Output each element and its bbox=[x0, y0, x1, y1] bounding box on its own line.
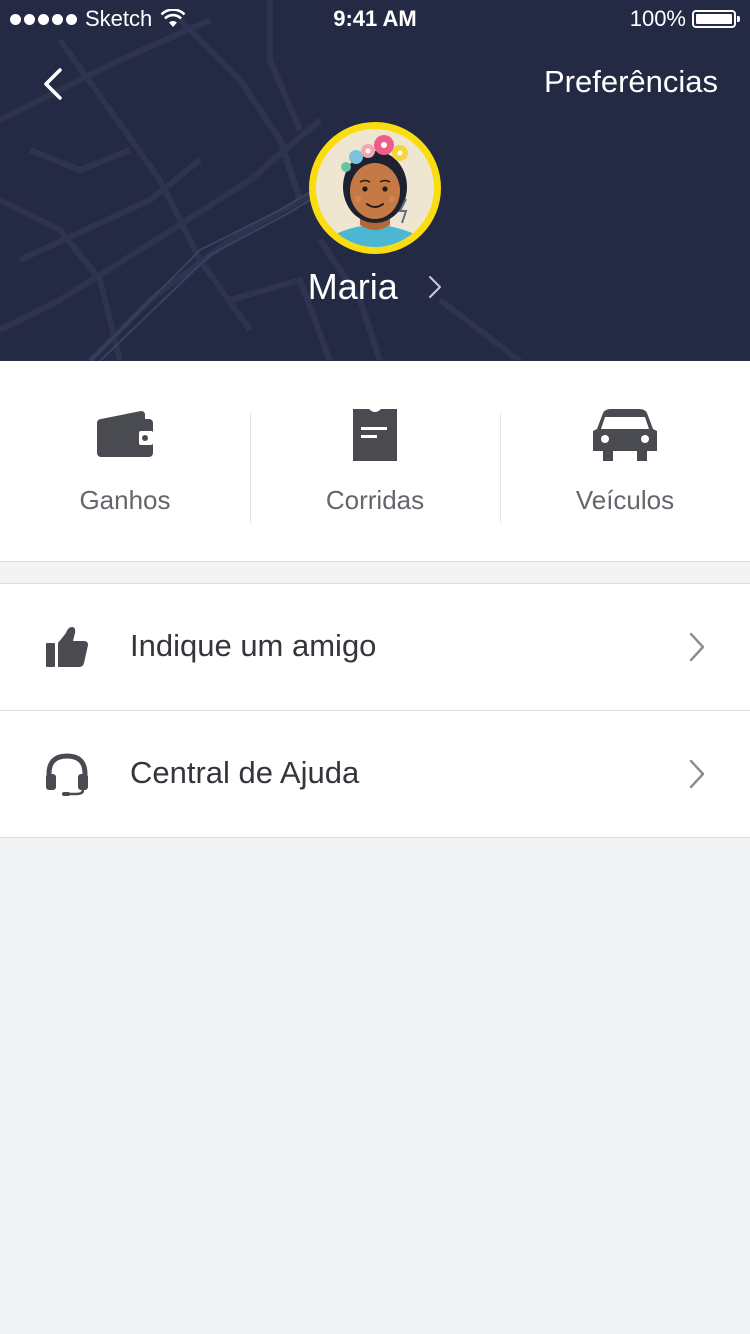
headset-icon bbox=[46, 753, 88, 796]
preferences-link[interactable]: Preferências bbox=[544, 64, 718, 100]
menu-item-indique-um-amigo[interactable]: Indique um amigo bbox=[0, 584, 750, 710]
battery-icon bbox=[692, 10, 740, 28]
quick-action-veiculos[interactable]: Veículos bbox=[500, 361, 750, 561]
status-bar: Sketch 9:41 AM 100% bbox=[0, 0, 750, 40]
back-button[interactable] bbox=[36, 62, 76, 106]
quick-action-label: Corridas bbox=[325, 485, 425, 515]
menu-item-central-de-ajuda[interactable]: Central de Ajuda bbox=[0, 710, 750, 837]
profile-name: Maria bbox=[307, 266, 398, 307]
chevron-right-icon bbox=[429, 276, 442, 298]
profile-header: Sketch 9:41 AM 100% Preferências Maria bbox=[0, 0, 750, 361]
thumbs-up-icon bbox=[46, 627, 88, 667]
quick-action-label: Veículos bbox=[575, 485, 675, 515]
receipt-icon bbox=[353, 409, 397, 461]
menu-item-label: Central de Ajuda bbox=[130, 755, 360, 790]
chevron-right-icon bbox=[689, 632, 705, 662]
avatar[interactable] bbox=[309, 122, 441, 254]
profile-name-link[interactable]: Maria bbox=[0, 266, 750, 312]
avatar-illustration bbox=[316, 129, 434, 247]
battery-percentage: 100% bbox=[629, 6, 686, 31]
chevron-left-icon bbox=[44, 68, 62, 100]
menu-list: Indique um amigo Central de Ajuda bbox=[0, 583, 750, 838]
wallet-icon bbox=[97, 411, 153, 457]
quick-action-ganhos[interactable]: Ganhos bbox=[0, 361, 250, 561]
quick-action-label: Ganhos bbox=[79, 485, 171, 515]
chevron-right-icon bbox=[689, 759, 705, 789]
menu-item-label: Indique um amigo bbox=[130, 628, 377, 663]
car-icon bbox=[593, 409, 657, 461]
quick-actions: Ganhos Corridas Veículos bbox=[0, 361, 750, 562]
quick-action-corridas[interactable]: Corridas bbox=[250, 361, 500, 561]
